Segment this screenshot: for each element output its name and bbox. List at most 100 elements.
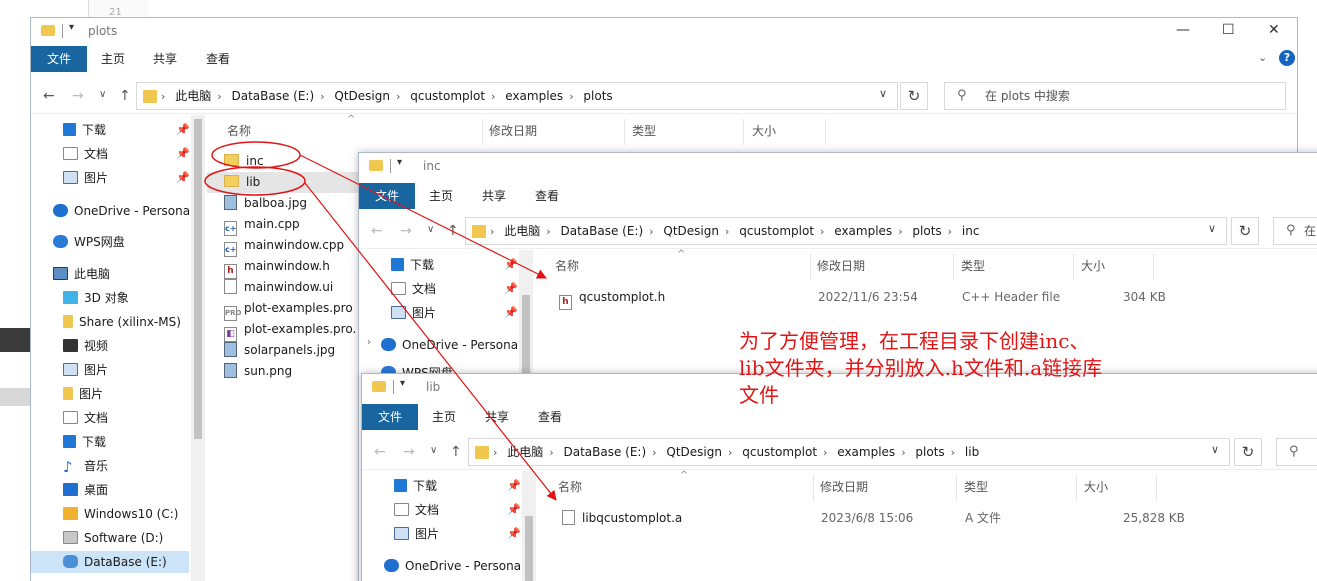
quick-access-dropdown-icon[interactable]: ▾ [397, 157, 402, 168]
tab-home[interactable]: 主页 [432, 404, 456, 430]
back-arrow-icon[interactable]: ← [374, 444, 386, 460]
column-date[interactable]: 修改日期 [820, 475, 868, 499]
nav-item-3d-objects[interactable]: 3D 对象 [63, 287, 129, 309]
address-bar[interactable]: › 此电脑 › DataBase (E:) › QtDesign › qcustomp… [136, 82, 898, 110]
tab-file[interactable]: 文件 [362, 404, 418, 430]
nav-item-pictures[interactable]: 图片 [391, 302, 436, 324]
column-date[interactable]: 修改日期 [817, 254, 865, 278]
column-date[interactable]: 修改日期 [489, 119, 537, 143]
maximize-button[interactable]: ☐ [1222, 22, 1235, 38]
breadcrumb-item[interactable]: plots [912, 224, 941, 238]
breadcrumb-item[interactable]: qcustomplot [410, 89, 485, 103]
list-item[interactable]: libqcustomplot.a 2023/6/8 15:06 A 文件 25,… [562, 508, 1185, 529]
pin-icon[interactable]: 📌 [176, 171, 190, 184]
breadcrumb-item[interactable]: QtDesign [666, 445, 722, 459]
search-input[interactable]: ⚲ 在 plots 中搜索 [944, 82, 1286, 110]
nav-item-pictures-3[interactable]: 图片 [63, 383, 103, 405]
breadcrumb-item[interactable]: qcustomplot [742, 445, 817, 459]
search-input[interactable]: ⚲ [1276, 438, 1317, 466]
column-divider[interactable] [956, 475, 957, 501]
pin-icon[interactable]: 📌 [176, 147, 190, 160]
column-name[interactable]: 名称 [558, 475, 582, 499]
list-item[interactable]: lib [207, 172, 367, 193]
breadcrumb-item[interactable]: DataBase (E:) [563, 445, 646, 459]
pin-icon[interactable]: 📌 [507, 479, 521, 492]
breadcrumb-item[interactable]: DataBase (E:) [560, 224, 643, 238]
nav-item-documents[interactable]: 文档 [63, 143, 108, 165]
search-input[interactable]: ⚲ 在 [1273, 217, 1317, 245]
scrollbar-thumb[interactable] [525, 516, 533, 581]
column-type[interactable]: 类型 [964, 475, 988, 499]
column-name[interactable]: 名称 [555, 254, 579, 278]
nav-item-downloads[interactable]: 下载 [63, 119, 106, 141]
list-item[interactable]: sun.png [224, 361, 292, 382]
ribbon-expand-icon[interactable]: ⌄ [1258, 51, 1267, 64]
tab-home[interactable]: 主页 [429, 183, 453, 209]
breadcrumb-item[interactable]: DataBase (E:) [231, 89, 314, 103]
scrollbar-thumb[interactable] [522, 295, 530, 385]
pin-icon[interactable]: 📌 [507, 503, 521, 516]
breadcrumb-item[interactable]: 此电脑 [175, 89, 211, 103]
list-item[interactable]: h qcustomplot.h 2022/11/6 23:54 C++ Heade… [559, 287, 1179, 310]
column-divider[interactable] [624, 119, 625, 145]
list-item[interactable]: h mainwindow.h [224, 256, 330, 279]
quick-access-dropdown-icon[interactable]: ▾ [400, 378, 405, 389]
list-item[interactable]: ◧ plot-examples.pro. [224, 319, 356, 342]
up-arrow-icon[interactable]: ↑ [450, 444, 462, 460]
column-divider[interactable] [1153, 254, 1154, 280]
nav-item-pictures-2[interactable]: 图片 [63, 359, 108, 381]
nav-item-downloads[interactable]: 下载 [394, 475, 437, 497]
forward-arrow-icon[interactable]: → [72, 88, 84, 104]
nav-item-desktop[interactable]: 桌面 [63, 479, 108, 501]
help-icon[interactable]: ? [1279, 50, 1295, 66]
address-dropdown-icon[interactable]: ∨ [1211, 443, 1219, 456]
breadcrumb-item[interactable]: 此电脑 [507, 445, 543, 459]
column-size[interactable]: 大小 [752, 119, 776, 143]
refresh-button[interactable]: ↻ [1234, 438, 1262, 466]
address-bar[interactable]: › 此电脑 › DataBase (E:) › QtDesign › qcustomp… [468, 438, 1230, 466]
tab-view[interactable]: 查看 [206, 46, 230, 72]
list-item[interactable]: inc [224, 151, 264, 172]
pin-icon[interactable]: 📌 [507, 527, 521, 540]
up-arrow-icon[interactable]: ↑ [447, 223, 459, 239]
refresh-button[interactable]: ↻ [900, 82, 928, 110]
nav-item-onedrive[interactable]: OneDrive - Persona [53, 200, 190, 222]
tab-home[interactable]: 主页 [101, 46, 125, 72]
up-arrow-icon[interactable]: ↑ [119, 88, 131, 104]
tab-share[interactable]: 共享 [485, 404, 509, 430]
column-divider[interactable] [482, 119, 483, 145]
column-divider[interactable] [1156, 475, 1157, 501]
nav-item-wps[interactable]: WPS网盘 [53, 231, 125, 253]
breadcrumb-item[interactable]: plots [915, 445, 944, 459]
list-item[interactable]: mainwindow.ui [224, 277, 333, 298]
recent-dropdown-icon[interactable]: ∨ [430, 445, 437, 456]
column-divider[interactable] [1076, 475, 1077, 501]
tab-view[interactable]: 查看 [535, 183, 559, 209]
breadcrumb-item[interactable]: examples [505, 89, 563, 103]
breadcrumb-item[interactable]: 此电脑 [504, 224, 540, 238]
pin-icon[interactable]: 📌 [176, 123, 190, 136]
forward-arrow-icon[interactable]: → [400, 223, 412, 239]
list-item[interactable]: balboa.jpg [224, 193, 307, 214]
nav-item-this-pc[interactable]: 此电脑 [53, 263, 110, 285]
column-type[interactable]: 类型 [961, 254, 985, 278]
recent-dropdown-icon[interactable]: ∨ [99, 89, 106, 100]
column-divider[interactable] [743, 119, 744, 145]
nav-item-drive-d[interactable]: Software (D:) [63, 527, 163, 549]
column-divider[interactable] [825, 119, 826, 145]
column-type[interactable]: 类型 [632, 119, 656, 143]
recent-dropdown-icon[interactable]: ∨ [427, 224, 434, 235]
nav-item-downloads-2[interactable]: 下载 [63, 431, 106, 453]
column-divider[interactable] [1073, 254, 1074, 280]
column-size[interactable]: 大小 [1081, 254, 1105, 278]
column-divider[interactable] [953, 254, 954, 280]
pin-icon[interactable]: 📌 [504, 306, 518, 319]
nav-item-drive-c[interactable]: Windows10 (C:) [63, 503, 178, 525]
column-name[interactable]: 名称 [227, 119, 251, 143]
tab-file[interactable]: 文件 [31, 46, 87, 72]
list-item[interactable]: solarpanels.jpg [224, 340, 335, 361]
column-divider[interactable] [813, 475, 814, 501]
tab-share[interactable]: 共享 [153, 46, 177, 72]
column-divider[interactable] [810, 254, 811, 280]
pin-icon[interactable]: 📌 [504, 282, 518, 295]
